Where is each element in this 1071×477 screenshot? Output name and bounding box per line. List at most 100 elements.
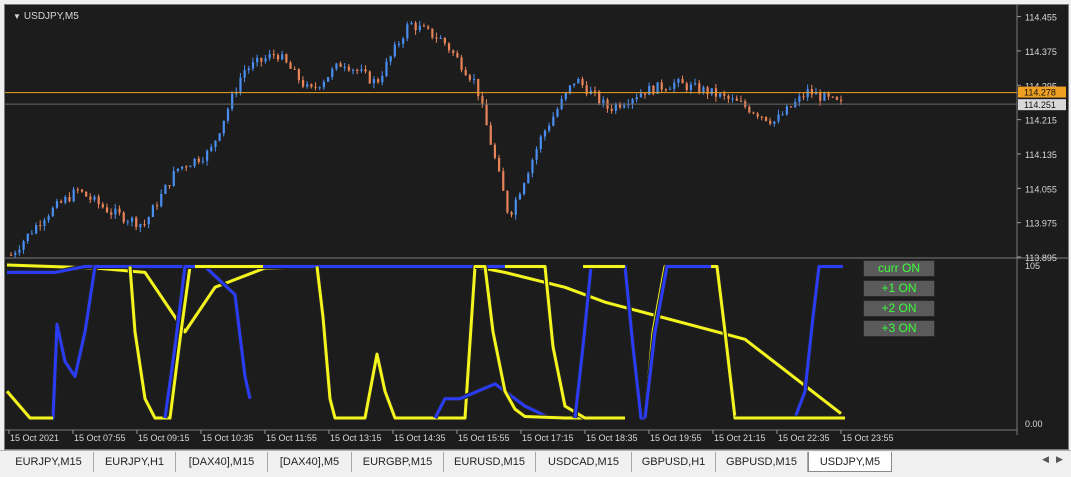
candle-body [552,116,555,126]
plus3-on-button[interactable]: +3 ON [863,320,935,337]
candle-body [189,165,192,168]
tab-dax40-m15[interactable]: [DAX40],M15 [176,452,268,472]
candle-body [660,82,663,90]
candle-body [706,87,709,95]
candle-body [368,71,371,84]
candle-body [577,78,580,84]
candle-body [698,83,701,93]
tab-eurgbp-m15[interactable]: EURGBP,M15 [352,452,444,472]
time-label: 15 Oct 19:55 [650,433,702,443]
candle-body [777,114,780,122]
candle-body [164,185,167,194]
price-label: 113.975 [1025,219,1057,229]
candle-body [677,79,680,83]
blue-line-b-shadow [162,263,253,419]
candle-body [447,43,451,51]
candle-body [602,99,605,104]
candle-body [618,104,622,108]
candle-body [668,88,672,90]
candle-body [310,84,313,87]
candle-body [339,63,342,67]
candle-body [114,208,117,215]
candle-body [347,66,351,71]
scroll-tabs-left-icon[interactable]: ◀ [1042,454,1049,465]
candle-body [806,89,809,98]
candle-body [702,87,705,93]
candle-body [364,69,367,72]
candle-body [185,166,188,168]
candle-body [101,204,104,208]
tab-eurjpy-m15[interactable]: EURJPY,M15 [4,452,94,472]
time-label: 15 Oct 14:35 [394,433,446,443]
time-label: 15 Oct 17:15 [522,433,574,443]
curr-on-button[interactable]: curr ON [863,260,935,277]
candle-body [406,24,409,39]
candle-body [497,157,501,172]
candle-body [276,55,280,60]
candle-body [681,79,684,84]
candle-body [181,166,184,169]
candle-body [489,125,492,145]
scroll-tabs-right-icon[interactable]: ▶ [1056,454,1063,465]
candle-body [664,89,668,91]
candle-body [206,150,209,161]
candle-body [214,140,217,148]
candle-body [769,120,772,124]
chart-window[interactable]: 114.455 114.375 114.295 114.215 114.135 114.0… [4,4,1069,450]
candle-body [643,93,647,95]
candle-body [151,205,155,218]
candle-body [648,85,651,95]
candle-body [568,85,572,93]
candle-body [823,92,826,101]
candle-body [764,116,768,121]
candle-body [443,37,446,44]
candle-body [581,78,584,86]
candle-body [556,109,559,117]
candle-body [89,196,92,200]
chart-canvas[interactable]: 114.455114.375114.295114.215114.135114.0… [5,5,1068,449]
tab-usdjpy-m5[interactable]: USDJPY,M5 [808,452,892,472]
tab-eurusd-m15[interactable]: EURUSD,M15 [444,452,536,472]
candle-body [76,189,79,191]
plus1-on-button[interactable]: +1 ON [863,280,935,297]
chart-title: ▼ USDJPY,M5 [13,11,79,22]
candle-body [543,130,547,137]
candle-body [593,90,597,92]
candle-body [506,190,509,213]
candle-body [176,168,180,172]
time-label: 15 Oct 21:15 [714,433,766,443]
candle-body [110,212,113,215]
candle-body [418,25,421,31]
tab-gbpusd-m15[interactable]: GBPUSD,M15 [716,452,808,472]
dropdown-triangle-icon[interactable]: ▼ [13,12,21,21]
terminal-window: 114.455 114.375 114.295 114.215 114.135 114.0… [0,0,1071,477]
plus2-on-button[interactable]: +2 ON [863,300,935,317]
time-label: 15 Oct 09:15 [138,433,190,443]
candle-body [260,57,263,62]
candle-body [85,191,88,197]
candle-body [710,88,713,95]
candle-body [93,196,96,200]
candle-body [510,212,513,215]
time-label: 15 Oct 22:35 [778,433,830,443]
candle-body [439,37,442,39]
candle-body [222,120,225,134]
candle-body [35,225,38,234]
candle-body [22,241,25,250]
candle-body [143,224,146,226]
candle-body [130,217,134,222]
time-label: 15 Oct 10:35 [202,433,254,443]
tab-usdcad-m15[interactable]: USDCAD,M15 [536,452,632,472]
tab-dax40-m5[interactable]: [DAX40],M5 [268,452,352,472]
candle-body [785,106,788,115]
candle-body [243,70,246,78]
tab-gbpusd-h1[interactable]: GBPUSD,H1 [632,452,716,472]
tab-eurjpy-h1[interactable]: EURJPY,H1 [94,452,176,472]
indicator-max-label: 105 [1025,261,1040,271]
candle-body [97,196,100,205]
candle-body [760,116,763,118]
indicator-min-label: 0.00 [1025,419,1043,429]
candle-body [431,28,434,38]
candle-body [122,212,125,223]
candle-body [756,113,759,117]
